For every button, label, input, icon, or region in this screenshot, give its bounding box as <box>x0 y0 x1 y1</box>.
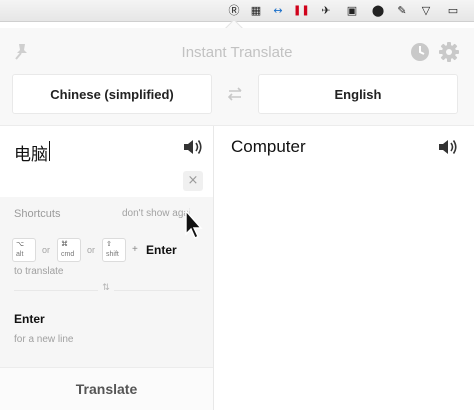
history-clock-icon[interactable] <box>410 42 430 62</box>
enter-newline-label: Enter <box>14 312 45 326</box>
source-text-input[interactable]: 电脑 <box>14 140 48 165</box>
shift-key: ⇧ shift <box>102 238 126 262</box>
shortcuts-title: Shortcuts <box>14 208 61 220</box>
translate-button[interactable]: Translate <box>0 367 213 410</box>
teamviewer-icon[interactable]: ↔ <box>270 3 286 19</box>
cmd-key-symbol: ⌘ <box>61 240 68 248</box>
swap-languages-icon[interactable] <box>225 84 245 104</box>
result-speaker-icon[interactable] <box>437 137 459 157</box>
swap-arrows-icon: ⇅ <box>98 283 114 297</box>
shift-key-symbol: ⇧ <box>106 240 112 248</box>
menu-bar: Ⓡ ▦ ↔ ❚❚ ✈ ▣ ⬤ ✎ ▽ ▭ <box>0 0 474 22</box>
pause-icon[interactable]: ❚❚ <box>293 3 310 19</box>
panel-divider <box>213 126 214 410</box>
edit-icon[interactable]: ✎ <box>395 3 409 19</box>
enter-key-label: Enter <box>146 243 177 257</box>
text-cursor <box>49 141 50 161</box>
translation-result: Computer <box>231 137 306 156</box>
source-speaker-icon[interactable] <box>182 137 204 157</box>
monitor-icon[interactable]: ▣ <box>344 3 360 19</box>
alt-key-symbol: ⌥ <box>16 240 25 248</box>
target-language-button[interactable]: English <box>258 74 458 114</box>
cmd-key: ⌘ cmd <box>57 238 81 262</box>
instant-translate-icon[interactable]: Ⓡ <box>226 3 242 19</box>
bird-icon[interactable]: ✈ <box>318 3 334 19</box>
airplay-icon[interactable]: ▭ <box>444 3 462 19</box>
dont-show-again-link[interactable]: don't show again <box>122 208 190 219</box>
settings-gear-icon[interactable] <box>438 41 460 63</box>
wechat-icon[interactable]: ⬤ <box>371 3 385 19</box>
calendar-icon[interactable]: ▦ <box>249 3 263 19</box>
app-title: Instant Translate <box>181 44 293 61</box>
to-translate-hint: to translate <box>14 266 64 277</box>
alt-key: ⌥ alt <box>12 238 36 262</box>
or-label: or <box>42 245 51 255</box>
or-label: or <box>87 245 96 255</box>
mouse-pointer-icon <box>185 210 203 239</box>
new-line-hint: for a new line <box>14 334 74 345</box>
source-language-button[interactable]: Chinese (simplified) <box>12 74 212 114</box>
clear-text-button[interactable]: × <box>183 171 203 191</box>
wifi-icon[interactable]: ▽ <box>418 3 434 19</box>
shift-key-label: shift <box>106 251 119 258</box>
plus-label: + <box>132 244 138 255</box>
alt-key-label: alt <box>16 251 24 258</box>
cmd-key-label: cmd <box>61 251 75 258</box>
